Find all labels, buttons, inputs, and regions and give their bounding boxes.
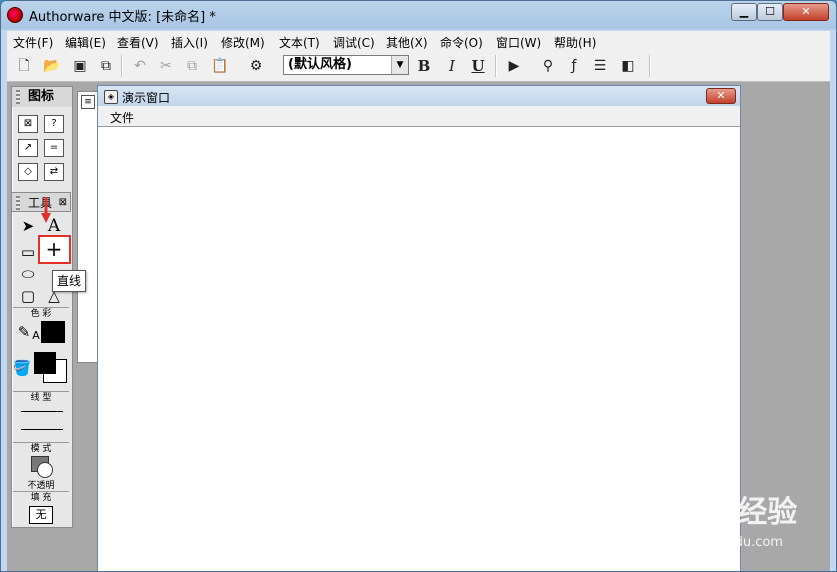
line-tool[interactable]: + bbox=[43, 238, 65, 260]
underline-button[interactable]: U bbox=[467, 55, 489, 77]
display-icon[interactable]: ⊠ bbox=[18, 115, 38, 133]
presentation-title: 演示窗口 bbox=[122, 91, 171, 105]
text-tool[interactable]: A bbox=[43, 215, 65, 237]
mode-section-label: 模 式 bbox=[13, 442, 69, 455]
rectangle-tool[interactable]: ▭ bbox=[17, 241, 39, 263]
baidu-watermark-url: jingyan.baidu.com bbox=[663, 535, 783, 550]
toolbar-separator bbox=[495, 55, 497, 77]
menu-debug[interactable]: 调试(C) bbox=[333, 34, 375, 51]
presentation-titlebar: ◈ 演示窗口 ✕ bbox=[98, 86, 740, 106]
find-icon[interactable]: ⚙ bbox=[245, 55, 267, 77]
line-style-normal[interactable] bbox=[21, 429, 63, 430]
line-style-thin[interactable] bbox=[21, 411, 63, 412]
paste-icon[interactable]: 📋 bbox=[209, 55, 231, 77]
import-icon[interactable]: ⧉ bbox=[95, 55, 117, 77]
mode-circle-icon[interactable] bbox=[37, 462, 53, 478]
fill-value-box[interactable]: 无 bbox=[29, 506, 53, 524]
baidu-watermark: Baidu经验 bbox=[641, 495, 798, 530]
close-button[interactable]: ✕ bbox=[783, 3, 829, 21]
menu-insert[interactable]: 插入(I) bbox=[171, 34, 208, 51]
titlebar: Authorware 中文版: [未命名] * ▁ ☐ ✕ bbox=[1, 1, 836, 29]
menu-text[interactable]: 文本(T) bbox=[279, 34, 320, 51]
presentation-close-button[interactable]: ✕ bbox=[706, 88, 736, 104]
run-icon[interactable]: ▶ bbox=[503, 55, 525, 77]
control-panel-icon[interactable]: ⚲ bbox=[537, 55, 559, 77]
mode-value: 不透明 bbox=[27, 481, 55, 491]
menu-window[interactable]: 窗口(W) bbox=[496, 34, 541, 51]
interaction-icon[interactable]: ? bbox=[44, 115, 64, 133]
fill-section-label: 填 充 bbox=[13, 491, 69, 504]
authorware-window: Authorware 中文版: [未命名] * ▁ ☐ ✕ 文件(F) 编辑(E… bbox=[0, 0, 837, 572]
authorware-logo-icon bbox=[7, 7, 23, 23]
toolbar-separator bbox=[121, 55, 123, 77]
toolbar-separator bbox=[649, 55, 651, 77]
text-style-value: (默认风格) bbox=[288, 57, 352, 72]
line-section-label: 线 型 bbox=[13, 391, 69, 404]
menu-view[interactable]: 查看(V) bbox=[117, 34, 159, 51]
motion-icon[interactable]: ↗ bbox=[18, 139, 38, 157]
functions-icon[interactable]: ƒ bbox=[563, 55, 585, 77]
presentation-menu-bar: 文件 bbox=[98, 106, 740, 127]
polygon-tool[interactable]: △ bbox=[43, 285, 65, 307]
menu-help[interactable]: 帮助(H) bbox=[554, 34, 596, 51]
foreground-color-swatch[interactable] bbox=[34, 352, 56, 374]
close-icon[interactable]: ⊠ bbox=[59, 193, 67, 213]
design-window-icon: ≡ bbox=[81, 95, 95, 109]
menu-command[interactable]: 命令(O) bbox=[440, 34, 483, 51]
menu-edit[interactable]: 编辑(E) bbox=[65, 34, 106, 51]
stroke-color-swatch[interactable] bbox=[41, 321, 65, 343]
ellipse-tool[interactable]: ⬭ bbox=[17, 263, 39, 285]
bold-button[interactable]: B bbox=[413, 55, 435, 77]
color-section-label: 色 彩 bbox=[13, 307, 69, 320]
copy-icon[interactable]: ⧉ bbox=[181, 55, 203, 77]
erase-icon[interactable]: ◇ bbox=[18, 163, 38, 181]
icon-palette-title: 图标 bbox=[12, 87, 72, 107]
presentation-menu-file[interactable]: 文件 bbox=[110, 109, 134, 126]
variables-icon[interactable]: ☰ bbox=[589, 55, 611, 77]
presentation-window-icon: ◈ bbox=[104, 90, 118, 104]
knowledge-objects-icon[interactable]: ◧ bbox=[617, 55, 639, 77]
cut-icon[interactable]: ✂ bbox=[155, 55, 177, 77]
minimize-button[interactable]: ▁ bbox=[731, 3, 757, 21]
calculation-icon[interactable]: = bbox=[44, 139, 64, 157]
window-title: Authorware 中文版: [未命名] * bbox=[29, 10, 216, 25]
menu-file[interactable]: 文件(F) bbox=[13, 34, 53, 51]
toolbar: 🗋 📂 ▣ ⧉ ↶ ✂ ⧉ 📋 ⚙ (默认风格) ▼ B I U ▶ ⚲ ƒ ☰… bbox=[7, 51, 830, 82]
open-folder-icon[interactable]: 📂 bbox=[41, 55, 63, 77]
drag-grip-icon[interactable] bbox=[16, 90, 20, 104]
pointer-tool[interactable]: ➤ bbox=[17, 215, 39, 237]
new-file-icon[interactable]: 🗋 bbox=[13, 55, 35, 77]
menu-modify[interactable]: 修改(M) bbox=[221, 34, 265, 51]
navigate-icon[interactable]: ⇄ bbox=[44, 163, 64, 181]
fill-bucket-icon[interactable]: 🪣 bbox=[11, 357, 33, 379]
save-all-icon[interactable]: ▣ bbox=[69, 55, 91, 77]
undo-icon[interactable]: ↶ bbox=[129, 55, 151, 77]
italic-button[interactable]: I bbox=[441, 55, 463, 77]
menu-bar: 文件(F) 编辑(E) 查看(V) 插入(I) 修改(M) 文本(T) 调试(C… bbox=[7, 31, 830, 52]
menu-other[interactable]: 其他(X) bbox=[386, 34, 428, 51]
chevron-down-icon[interactable]: ▼ bbox=[391, 56, 408, 74]
text-style-select[interactable]: (默认风格) ▼ bbox=[283, 55, 409, 75]
rounded-rectangle-tool[interactable]: ▢ bbox=[17, 285, 39, 307]
maximize-button[interactable]: ☐ bbox=[757, 3, 783, 21]
drag-grip-icon[interactable] bbox=[16, 196, 20, 210]
